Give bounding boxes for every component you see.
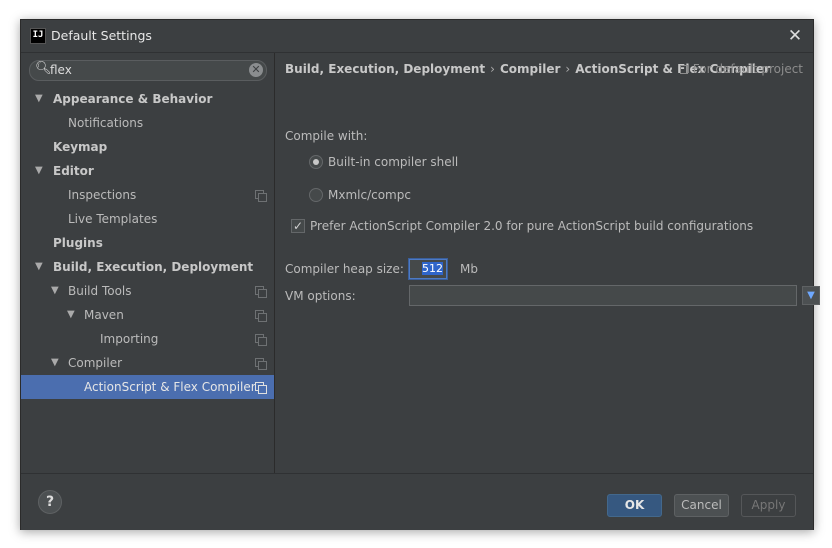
breadcrumb-item: Compiler	[499, 62, 561, 76]
breadcrumb-separator: ›	[490, 62, 495, 76]
expand-arrow-icon[interactable]: ▼	[35, 255, 43, 279]
tree-item-label: Build, Execution, Deployment	[53, 260, 254, 274]
expand-arrow-icon[interactable]: ▼	[67, 303, 75, 327]
tree-item-label: Maven	[84, 308, 124, 322]
tree-item-appearance-behavior[interactable]: ▼ Appearance & Behavior	[21, 87, 274, 111]
expand-arrow-icon[interactable]: ▼	[51, 279, 59, 303]
intellij-app-icon: IJ	[30, 28, 46, 44]
tree-item-editor[interactable]: ▼ Editor	[21, 159, 274, 183]
vm-options-label: VM options:	[285, 289, 356, 303]
ok-button[interactable]: OK	[607, 494, 662, 517]
clear-search-icon[interactable]: ✕	[249, 63, 263, 77]
prefer-asc2-checkbox[interactable]: ✓	[291, 219, 305, 233]
expand-arrow-icon[interactable]: ▼	[35, 87, 43, 111]
mxmlc-compc-label[interactable]: Mxmlc/compc	[328, 188, 411, 202]
tree-item-actionscript-flex-compiler[interactable]: ActionScript & Flex Compiler	[21, 375, 274, 399]
window-title: Default Settings	[51, 28, 152, 43]
expand-editor-icon[interactable]: ▼	[802, 286, 820, 305]
vm-options-input[interactable]	[409, 285, 797, 306]
expand-arrow-icon[interactable]: ▼	[51, 351, 59, 375]
dialog-footer: ? OK Cancel Apply	[21, 473, 813, 530]
search-input[interactable]	[50, 62, 240, 78]
apply-button[interactable]: Apply	[741, 494, 796, 517]
project-settings-icon	[255, 334, 267, 346]
tree-item-compiler[interactable]: ▼ Compiler	[21, 351, 274, 375]
help-button[interactable]: ?	[38, 490, 62, 514]
expand-arrow-icon[interactable]: ▼	[35, 159, 43, 183]
tree-item-inspections[interactable]: Inspections	[21, 183, 274, 207]
tree-item-label: ActionScript & Flex Compiler	[84, 380, 256, 394]
tree-item-plugins[interactable]: Plugins	[21, 231, 274, 255]
tree-item-label: Inspections	[68, 188, 137, 202]
heap-size-label: Compiler heap size:	[285, 262, 404, 276]
cancel-button[interactable]: Cancel	[674, 494, 729, 517]
tree-item-label: Importing	[100, 332, 159, 346]
search-field[interactable]: 🔍︎ ✕	[29, 60, 267, 81]
title-bar: IJ Default Settings ✕	[21, 20, 813, 53]
mxmlc-compc-radio[interactable]	[309, 188, 323, 202]
project-settings-icon	[679, 65, 688, 74]
builtin-compiler-label[interactable]: Built-in compiler shell	[328, 155, 458, 169]
settings-content: Build, Execution, Deployment › Compiler › Ac…	[275, 53, 820, 473]
tree-item-label: Live Templates	[68, 212, 158, 226]
tree-item-build-execution-deployment[interactable]: ▼ Build, Execution, Deployment	[21, 255, 274, 279]
close-icon[interactable]: ✕	[785, 26, 805, 46]
breadcrumb-separator: ›	[565, 62, 571, 76]
prefer-asc2-label[interactable]: Prefer ActionScript Compiler 2.0 for pur…	[310, 219, 753, 233]
project-settings-icon	[255, 310, 267, 322]
tree-item-label: Notifications	[68, 116, 144, 130]
tree-item-notifications[interactable]: Notifications	[21, 111, 274, 135]
tree-item-maven[interactable]: ▼ Maven	[21, 303, 274, 327]
settings-tree: ▼ Appearance & Behavior Notifications Ke…	[21, 87, 274, 399]
tree-item-label: Plugins	[53, 236, 103, 250]
compile-with-label: Compile with:	[285, 129, 368, 143]
tree-item-label: Compiler	[68, 356, 123, 370]
tree-item-live-templates[interactable]: Live Templates	[21, 207, 274, 231]
heap-size-unit: Mb	[460, 262, 478, 276]
tree-item-label: Keymap	[53, 140, 108, 154]
project-settings-icon	[255, 358, 267, 370]
tree-item-label: Editor	[53, 164, 94, 178]
breadcrumb-item: Build, Execution, Deployment	[285, 62, 486, 76]
tree-item-build-tools[interactable]: ▼ Build Tools	[21, 279, 274, 303]
settings-sidebar: 🔍︎ ✕ ▼ Appearance & Behavior Notificatio…	[21, 53, 275, 473]
tree-item-keymap[interactable]: Keymap	[21, 135, 274, 159]
scope-indicator: For default project	[679, 62, 803, 76]
project-settings-icon	[255, 382, 267, 394]
settings-dialog: IJ Default Settings ✕ 🔍︎ ✕ ▼ Appearance …	[20, 19, 820, 530]
heap-size-input[interactable]: 512	[409, 259, 447, 279]
tree-item-label: Appearance & Behavior	[53, 92, 213, 106]
scope-label: For default project	[692, 62, 803, 76]
heap-size-value: 512	[422, 262, 443, 275]
tree-item-importing[interactable]: Importing	[21, 327, 274, 351]
project-settings-icon	[255, 190, 267, 202]
builtin-compiler-radio[interactable]	[309, 155, 323, 169]
tree-item-label: Build Tools	[68, 284, 132, 298]
project-settings-icon	[255, 286, 267, 298]
